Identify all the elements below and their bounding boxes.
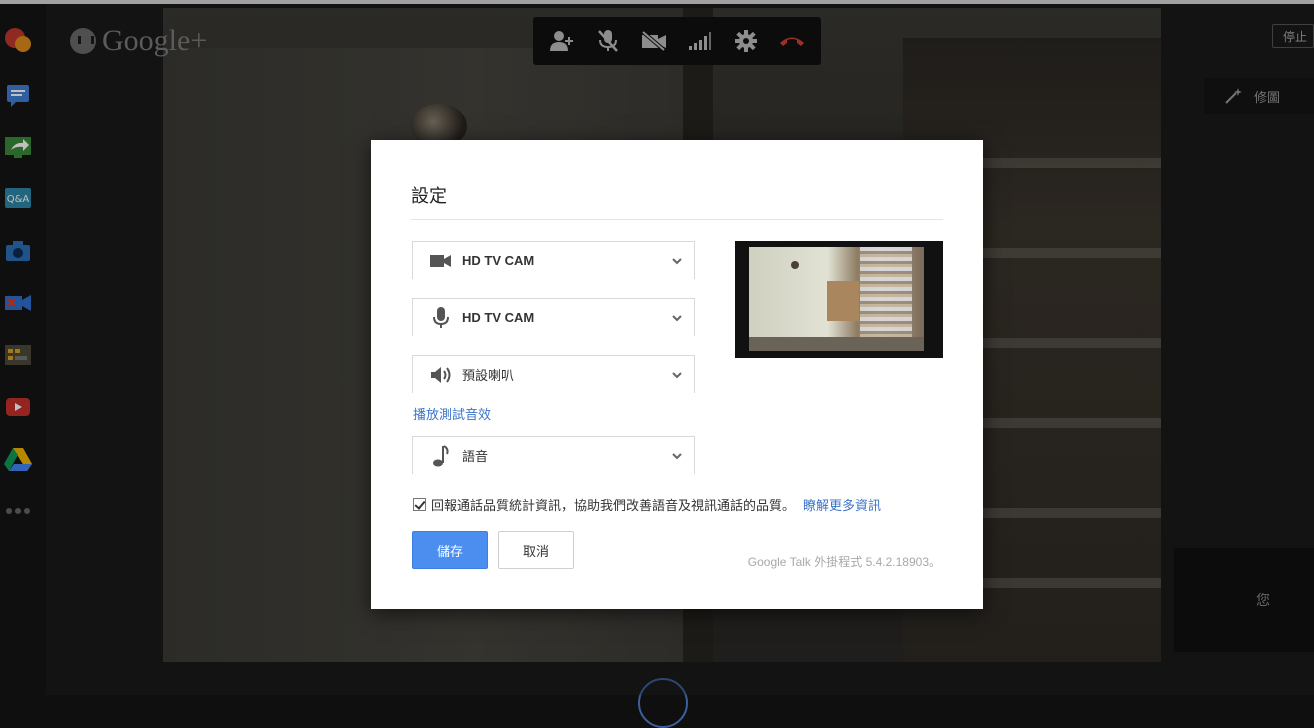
chevron-down-icon [672, 258, 682, 265]
microphone-select-value: HD TV CAM [462, 310, 535, 325]
ringtone-select[interactable]: 語音 [412, 436, 695, 474]
video-camera-icon [430, 250, 452, 272]
report-stats-checkbox[interactable] [413, 498, 426, 511]
microphone-select[interactable]: HD TV CAM [412, 298, 695, 336]
report-stats-label: 回報通話品質統計資訊，協助我們改善語音及視訊通話的品質。 [431, 498, 796, 513]
play-test-sound-link[interactable]: 播放測試音效 [413, 404, 491, 423]
camera-select-value: HD TV CAM [462, 253, 535, 268]
dialog-title: 設定 [411, 186, 447, 206]
save-button[interactable]: 儲存 [412, 531, 488, 569]
camera-select[interactable]: HD TV CAM [412, 241, 695, 279]
chevron-down-icon [672, 372, 682, 379]
camera-preview [735, 241, 943, 358]
speaker-icon [430, 364, 452, 386]
cancel-button[interactable]: 取消 [498, 531, 574, 569]
ringtone-select-value: 語音 [462, 449, 489, 464]
microphone-icon [430, 306, 452, 329]
dialog-divider [411, 219, 943, 220]
chevron-down-icon [672, 315, 682, 322]
learn-more-link[interactable]: 瞭解更多資訊 [803, 495, 881, 514]
speaker-select-value: 預設喇叭 [462, 368, 515, 383]
plugin-version: Google Talk 外掛程式 5.4.2.18903。 [747, 555, 941, 569]
settings-dialog: 設定 HD TV CAM HD TV CAM 預設喇叭 播放測試音效 語音 回報… [371, 140, 983, 609]
chevron-down-icon [672, 453, 682, 460]
report-stats-row: 回報通話品質統計資訊，協助我們改善語音及視訊通話的品質。 瞭解更多資訊 [413, 495, 881, 514]
speaker-select[interactable]: 預設喇叭 [412, 355, 695, 393]
music-note-icon [430, 444, 452, 467]
